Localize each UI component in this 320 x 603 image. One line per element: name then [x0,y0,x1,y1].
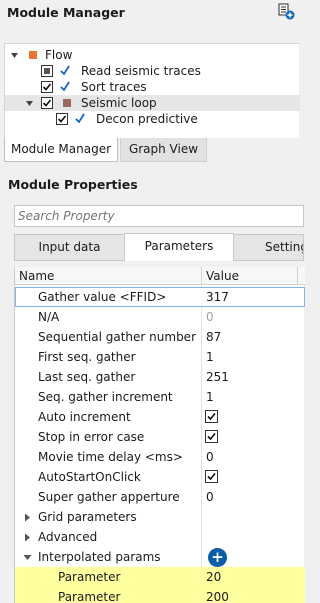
tree-item-label: Flow [45,48,73,62]
module-tree: Flow Read seismic traces Sort traces Sei… [4,43,300,138]
module-enable-checkbox[interactable] [41,65,53,77]
loop-node-icon [63,99,71,107]
module-properties-title: Module Properties [8,177,138,192]
property-name: N/A [38,310,60,324]
flow-node-icon [29,51,37,59]
search-property-field[interactable] [14,205,304,227]
tree-item-seismic-loop[interactable]: Seismic loop [5,95,300,111]
grid-header: Name Value [15,267,305,285]
module-manager-header: Module Manager [0,0,299,26]
checkmark-icon [75,113,85,124]
column-divider[interactable] [297,267,298,285]
property-value[interactable]: 0 [206,450,214,464]
property-row[interactable]: Movie time delay <ms> 0 [15,447,305,467]
property-group-name: Grid parameters [38,510,137,524]
expanded-arrow-icon[interactable] [23,554,32,561]
property-name: AutoStartOnClick [38,470,141,484]
property-name: Super gather apperture [38,490,180,504]
checkmark-icon [60,65,70,76]
add-module-icon[interactable] [278,3,295,20]
tab-settings[interactable]: Settings [233,234,304,261]
collapsed-arrow-icon[interactable] [24,533,31,542]
search-input[interactable] [15,206,303,226]
interpolated-parameter-row[interactable]: Parameter 200 [15,587,305,603]
tab-graph-view[interactable]: Graph View [120,138,207,162]
tab-module-manager[interactable]: Module Manager [4,138,118,162]
property-name: Auto increment [38,410,131,424]
property-row[interactable]: Super gather apperture 0 [15,487,305,507]
collapsed-arrow-icon[interactable] [24,513,31,522]
module-enable-checkbox[interactable] [56,113,68,125]
property-group-name: Interpolated params [38,550,161,564]
tree-item-label: Seismic loop [81,96,157,110]
module-enable-checkbox[interactable] [41,81,53,93]
tree-item-read-seismic-traces[interactable]: Read seismic traces [5,63,300,79]
expand-arrow-icon[interactable] [25,99,34,108]
stop-in-error-checkbox[interactable] [205,430,218,443]
tree-item-label: Read seismic traces [81,64,201,78]
property-value[interactable]: 200 [206,590,229,603]
property-value: 0 [206,310,214,324]
property-value[interactable]: 20 [206,570,221,584]
property-grid: Name Value Gather value <FFID> 317 N/A 0… [14,267,305,603]
module-manager-tabs: Module Manager Graph View [4,138,299,162]
module-enable-checkbox[interactable] [41,97,53,109]
property-value[interactable]: 87 [206,330,221,344]
property-group-interpolated[interactable]: Interpolated params + [15,547,305,567]
property-row[interactable]: AutoStartOnClick [15,467,305,487]
property-name: Parameter [58,590,121,603]
property-row[interactable]: Gather value <FFID> 317 [15,287,305,307]
property-group-grid[interactable]: Grid parameters [15,507,305,527]
checkmark-icon [60,81,70,92]
property-row[interactable]: Auto increment [15,407,305,427]
add-parameter-button[interactable]: + [208,548,227,567]
tree-item-sort-traces[interactable]: Sort traces [5,79,300,95]
property-row[interactable]: Stop in error case [15,427,305,447]
property-name: Parameter [58,570,121,584]
property-value[interactable]: 1 [206,390,214,404]
property-row[interactable]: Sequential gather number 87 [15,327,305,347]
tree-item-label: Decon predictive [96,112,198,126]
property-row[interactable]: N/A 0 [15,307,305,327]
property-name: Seq. gather increment [38,390,173,404]
column-header-name: Name [19,269,55,283]
property-value[interactable]: 317 [206,290,229,304]
properties-tabs: Input data Parameters Settings [14,233,304,261]
column-divider[interactable] [201,267,202,285]
autostart-checkbox[interactable] [205,470,218,483]
tree-item-decon-predictive[interactable]: Decon predictive [5,111,300,127]
module-manager-title: Module Manager [7,5,125,20]
property-row[interactable]: Seq. gather increment 1 [15,387,305,407]
property-name: First seq. gather [38,350,136,364]
interpolated-parameter-row[interactable]: Parameter 20 [15,567,305,587]
property-name: Last seq. gather [38,370,136,384]
expand-arrow-icon[interactable] [10,51,19,60]
auto-increment-checkbox[interactable] [205,410,218,423]
property-group-name: Advanced [38,530,98,544]
property-group-advanced[interactable]: Advanced [15,527,305,547]
property-name: Stop in error case [38,430,145,444]
property-row[interactable]: Last seq. gather 251 [15,367,305,387]
column-header-value: Value [206,269,239,283]
property-value[interactable]: 251 [206,370,229,384]
property-row[interactable]: First seq. gather 1 [15,347,305,367]
tree-item-label: Sort traces [81,80,147,94]
tree-item-flow[interactable]: Flow [5,47,300,63]
property-value[interactable]: 1 [206,350,214,364]
tab-input-data[interactable]: Input data [14,234,125,261]
property-name: Movie time delay <ms> [38,450,183,464]
property-value[interactable]: 0 [206,490,214,504]
property-name: Gather value <FFID> [38,290,167,304]
property-name: Sequential gather number [38,330,196,344]
tab-parameters[interactable]: Parameters [124,233,234,261]
